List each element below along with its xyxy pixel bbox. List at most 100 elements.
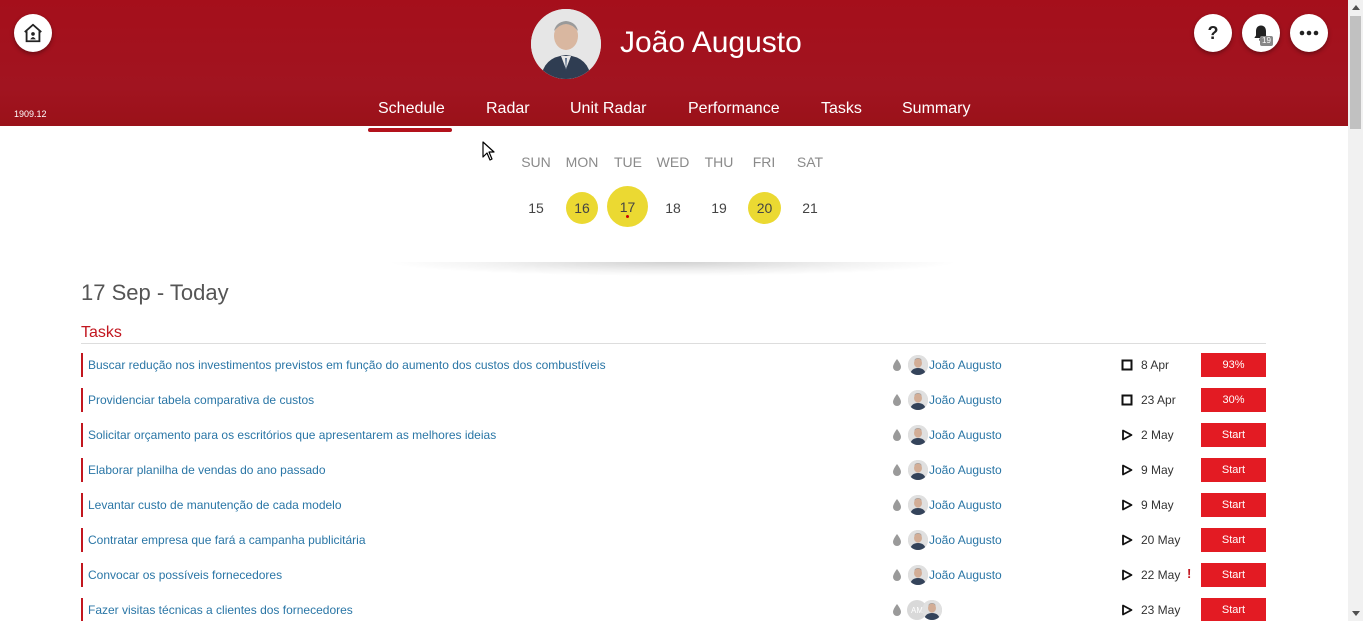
- drop-icon: [893, 394, 901, 406]
- calendar-day[interactable]: 19: [703, 192, 735, 224]
- home-icon: [24, 23, 42, 43]
- assignee-name-link[interactable]: João Augusto: [929, 428, 1002, 442]
- play-icon: [1122, 464, 1133, 476]
- scroll-up-button[interactable]: [1348, 0, 1363, 15]
- task-title-link[interactable]: Providenciar tabela comparativa de custo…: [88, 393, 314, 407]
- play-icon: [1122, 604, 1133, 616]
- weekday-label: THU: [704, 154, 734, 170]
- play-icon: [1122, 429, 1133, 441]
- calendar-day-today[interactable]: 17: [607, 186, 648, 227]
- tab-schedule[interactable]: Schedule: [378, 100, 445, 118]
- weekday-label: TUE: [614, 154, 642, 170]
- user-photo-icon: [531, 9, 601, 79]
- assignee-avatar[interactable]: [908, 425, 928, 445]
- help-icon: ?: [1207, 22, 1219, 43]
- task-action-button[interactable]: Start: [1201, 563, 1266, 587]
- calendar-day[interactable]: 18: [657, 192, 689, 224]
- scroll-down-button[interactable]: [1348, 606, 1363, 621]
- weekday-label: SAT: [796, 154, 824, 170]
- task-row[interactable]: Elaborar planilha de vendas do ano passa…: [81, 458, 1266, 482]
- active-tab-indicator: [368, 128, 452, 132]
- assignee-avatar[interactable]: [908, 355, 928, 375]
- assignee-avatar[interactable]: [922, 600, 942, 620]
- assignee-name-link[interactable]: João Augusto: [929, 533, 1002, 547]
- task-row[interactable]: Solicitar orçamento para os escritórios …: [81, 423, 1266, 447]
- weekday-label: MON: [565, 154, 599, 170]
- calendar-day[interactable]: 16: [566, 192, 598, 224]
- task-due-date: 9 May: [1141, 498, 1174, 512]
- task-action-button[interactable]: 30%: [1201, 388, 1266, 412]
- task-priority-bar: [81, 563, 83, 587]
- tab-radar[interactable]: Radar: [486, 100, 530, 118]
- arrow-up-icon: [1351, 5, 1360, 10]
- assignee-avatar[interactable]: [908, 390, 928, 410]
- task-title-link[interactable]: Fazer visitas técnicas a clientes dos fo…: [88, 603, 353, 617]
- task-row[interactable]: Contratar empresa que fará a campanha pu…: [81, 528, 1266, 552]
- drop-icon: [893, 534, 901, 546]
- task-action-button[interactable]: Start: [1201, 598, 1266, 621]
- task-priority-bar: [81, 598, 83, 621]
- task-row[interactable]: Fazer visitas técnicas a clientes dos fo…: [81, 598, 1266, 621]
- task-action-button[interactable]: 93%: [1201, 353, 1266, 377]
- task-row[interactable]: Convocar os possíveis fornecedores João A…: [81, 563, 1266, 587]
- assignee-avatar[interactable]: [908, 460, 928, 480]
- task-action-button[interactable]: Start: [1201, 528, 1266, 552]
- user-avatar[interactable]: [531, 9, 601, 79]
- help-button[interactable]: ?: [1194, 14, 1232, 52]
- tab-performance[interactable]: Performance: [688, 100, 780, 118]
- task-row[interactable]: Buscar redução nos investimentos previst…: [81, 353, 1266, 377]
- home-button[interactable]: [14, 14, 52, 52]
- assignee-name-link[interactable]: João Augusto: [929, 358, 1002, 372]
- calendar-divider: [385, 262, 960, 276]
- section-divider: [81, 343, 1266, 344]
- task-action-button[interactable]: Start: [1201, 493, 1266, 517]
- main-nav: Schedule Radar Unit Radar Performance Ta…: [0, 100, 1348, 126]
- task-title-link[interactable]: Convocar os possíveis fornecedores: [88, 568, 282, 582]
- task-due-date: 23 May: [1141, 603, 1181, 617]
- scrollbar[interactable]: [1348, 0, 1363, 621]
- task-due-date: 9 May: [1141, 463, 1174, 477]
- calendar-day[interactable]: 15: [520, 192, 552, 224]
- calendar-day[interactable]: 20: [748, 192, 781, 224]
- task-due-date: 2 May: [1141, 428, 1174, 442]
- tab-summary[interactable]: Summary: [902, 100, 970, 118]
- scroll-thumb[interactable]: [1350, 16, 1361, 129]
- task-row[interactable]: Providenciar tabela comparativa de custo…: [81, 388, 1266, 412]
- drop-icon: [893, 604, 901, 616]
- notifications-button[interactable]: 19: [1242, 14, 1280, 52]
- task-action-button[interactable]: Start: [1201, 423, 1266, 447]
- task-title-link[interactable]: Buscar redução nos investimentos previst…: [88, 358, 606, 372]
- task-priority-bar: [81, 493, 83, 517]
- notification-badge: 19: [1260, 36, 1273, 46]
- task-priority-bar: [81, 528, 83, 552]
- task-action-button[interactable]: Start: [1201, 458, 1266, 482]
- tab-tasks[interactable]: Tasks: [821, 100, 862, 118]
- task-priority-bar: [81, 423, 83, 447]
- task-title-link[interactable]: Levantar custo de manutenção de cada mod…: [88, 498, 342, 512]
- assignee-name-link[interactable]: João Augusto: [929, 498, 1002, 512]
- weekday-label: WED: [656, 154, 690, 170]
- task-title-link[interactable]: Elaborar planilha de vendas do ano passa…: [88, 463, 326, 477]
- task-row[interactable]: Levantar custo de manutenção de cada mod…: [81, 493, 1266, 517]
- square-icon: [1121, 359, 1133, 371]
- task-title-link[interactable]: Contratar empresa que fará a campanha pu…: [88, 533, 366, 547]
- assignee-name-link[interactable]: João Augusto: [929, 393, 1002, 407]
- assignee-avatar[interactable]: [908, 565, 928, 585]
- weekday-label: FRI: [752, 154, 776, 170]
- task-priority-bar: [81, 388, 83, 412]
- assignee-name-link[interactable]: João Augusto: [929, 463, 1002, 477]
- app-header: 1909.12 João Augusto ? 19 Schedule Radar…: [0, 0, 1348, 126]
- task-title-link[interactable]: Solicitar orçamento para os escritórios …: [88, 428, 496, 442]
- drop-icon: [893, 499, 901, 511]
- assignee-name-link[interactable]: João Augusto: [929, 568, 1002, 582]
- assignee-avatar[interactable]: [908, 530, 928, 550]
- calendar-day[interactable]: 21: [794, 192, 826, 224]
- task-due-date: 20 May: [1141, 533, 1181, 547]
- assignee-avatar[interactable]: [908, 495, 928, 515]
- play-icon: [1122, 534, 1133, 546]
- more-menu-button[interactable]: [1290, 14, 1328, 52]
- tab-unit-radar[interactable]: Unit Radar: [570, 100, 646, 118]
- user-name: João Augusto: [620, 26, 802, 59]
- square-icon: [1121, 394, 1133, 406]
- play-icon: [1122, 569, 1133, 581]
